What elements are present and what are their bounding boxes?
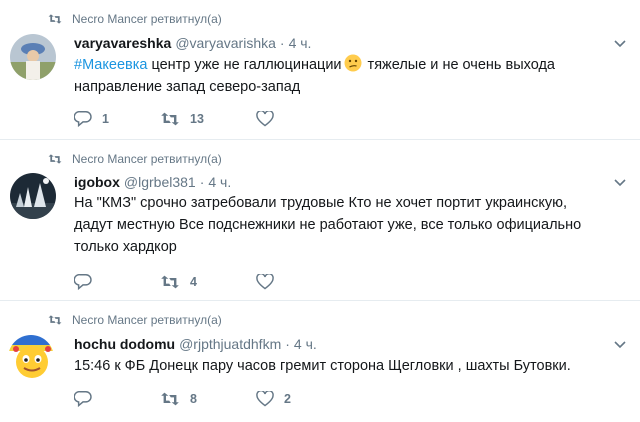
- retweet-context: Necro Mancer ретвитнул(а): [48, 152, 222, 166]
- confused-face-icon: [344, 54, 362, 72]
- retweet-button[interactable]: 8: [160, 391, 256, 407]
- heart-icon: [256, 111, 274, 127]
- separator: ·: [199, 174, 205, 190]
- retweet-icon: [161, 392, 179, 406]
- tweet-text-line: направление запад северо-запад: [74, 79, 301, 95]
- tweet-header: hochu dodomu @rjpthjuatdhfkm · 4 ч.: [74, 336, 317, 352]
- tweet-text-line: только хардкор: [74, 239, 177, 255]
- reply-button[interactable]: [74, 391, 160, 407]
- text-span: тяжелые и не очень выхода: [363, 57, 555, 73]
- retweet-count: 4: [190, 275, 197, 289]
- reply-button[interactable]: [74, 274, 160, 290]
- reply-icon: [74, 274, 92, 290]
- tweet-text: На "КМЗ" срочно затребовали трудовые Кто…: [74, 192, 624, 258]
- tweet-card[interactable]: Necro Mancer ретвитнул(а) hochu dodomu @…: [0, 302, 640, 422]
- chevron-down-icon[interactable]: [614, 179, 626, 187]
- text-span: центр уже не галлюцинации: [147, 57, 342, 73]
- retweet-context-label: Necro Mancer ретвитнул(а): [72, 12, 222, 26]
- separator: ·: [285, 336, 290, 352]
- retweet-context: Necro Mancer ретвитнул(а): [48, 12, 222, 26]
- tweet-text: 15:46 к ФБ Донецк пару часов гремит стор…: [74, 355, 624, 377]
- tweet-actions: 4: [74, 274, 284, 290]
- user-name[interactable]: varyavareshka: [74, 35, 171, 51]
- retweet-count: 8: [190, 392, 197, 406]
- reply-icon: [74, 391, 92, 407]
- retweet-icon: [161, 275, 179, 289]
- user-name[interactable]: igobox: [74, 174, 120, 190]
- chevron-down-icon[interactable]: [614, 341, 626, 349]
- hashtag-link[interactable]: #Макеевка: [74, 57, 147, 73]
- avatar-image: [10, 173, 56, 219]
- retweet-button[interactable]: 13: [160, 111, 256, 127]
- tweet-text-line: На "КМЗ" срочно затребовали трудовые Кто…: [74, 195, 568, 211]
- tweet-actions: 8 2: [74, 391, 291, 407]
- tweet-card[interactable]: Necro Mancer ретвитнул(а) varyavareshka …: [0, 0, 640, 140]
- tweet-text-line: дадут местную Все подснежники не работаю…: [74, 217, 582, 233]
- retweet-button[interactable]: 4: [160, 274, 256, 290]
- tweet-actions: 1 13: [74, 111, 284, 127]
- avatar[interactable]: [10, 34, 56, 80]
- heart-icon: [256, 391, 274, 407]
- like-button[interactable]: [256, 274, 284, 290]
- retweet-count: 13: [190, 112, 204, 126]
- retweet-context-label: Necro Mancer ретвитнул(а): [72, 152, 222, 166]
- tweet-header: igobox @lgrbel381 · 4 ч.: [74, 174, 231, 190]
- user-name[interactable]: hochu dodomu: [74, 336, 175, 352]
- avatar-image: [10, 34, 56, 80]
- avatar-image: [8, 335, 54, 381]
- user-handle[interactable]: @varyavarishka: [175, 35, 276, 51]
- tweet-text-line: #Макеевка центр уже не галлюцинации тяже…: [74, 54, 624, 76]
- timestamp[interactable]: 4 ч.: [289, 35, 312, 51]
- tweet-text-line: 15:46 к ФБ Донецк пару часов гремит стор…: [74, 358, 571, 374]
- like-button[interactable]: [256, 111, 284, 127]
- retweet-context: Necro Mancer ретвитнул(а): [48, 313, 222, 327]
- user-handle[interactable]: @rjpthjuatdhfkm: [179, 336, 281, 352]
- reply-count: 1: [102, 112, 109, 126]
- avatar[interactable]: [8, 335, 54, 381]
- timestamp[interactable]: 4 ч.: [294, 336, 317, 352]
- retweet-context-label: Necro Mancer ретвитнул(а): [72, 313, 222, 327]
- retweet-icon: [48, 154, 62, 164]
- reply-icon: [74, 111, 92, 127]
- like-button[interactable]: 2: [256, 391, 291, 407]
- like-count: 2: [284, 392, 291, 406]
- retweet-icon: [48, 315, 62, 325]
- tweet-header: varyavareshka @varyavarishka · 4 ч.: [74, 35, 311, 51]
- heart-icon: [256, 274, 274, 290]
- retweet-icon: [48, 14, 62, 24]
- user-handle[interactable]: @lgrbel381: [124, 174, 196, 190]
- separator: ·: [279, 35, 285, 51]
- avatar[interactable]: [10, 173, 56, 219]
- chevron-down-icon[interactable]: [614, 40, 626, 48]
- retweet-icon: [161, 112, 179, 126]
- reply-button[interactable]: 1: [74, 111, 160, 127]
- timestamp[interactable]: 4 ч.: [208, 174, 231, 190]
- tweet-text: #Макеевка центр уже не галлюцинации тяже…: [74, 54, 624, 98]
- tweet-card[interactable]: Necro Mancer ретвитнул(а) igobox @lgrbel…: [0, 141, 640, 301]
